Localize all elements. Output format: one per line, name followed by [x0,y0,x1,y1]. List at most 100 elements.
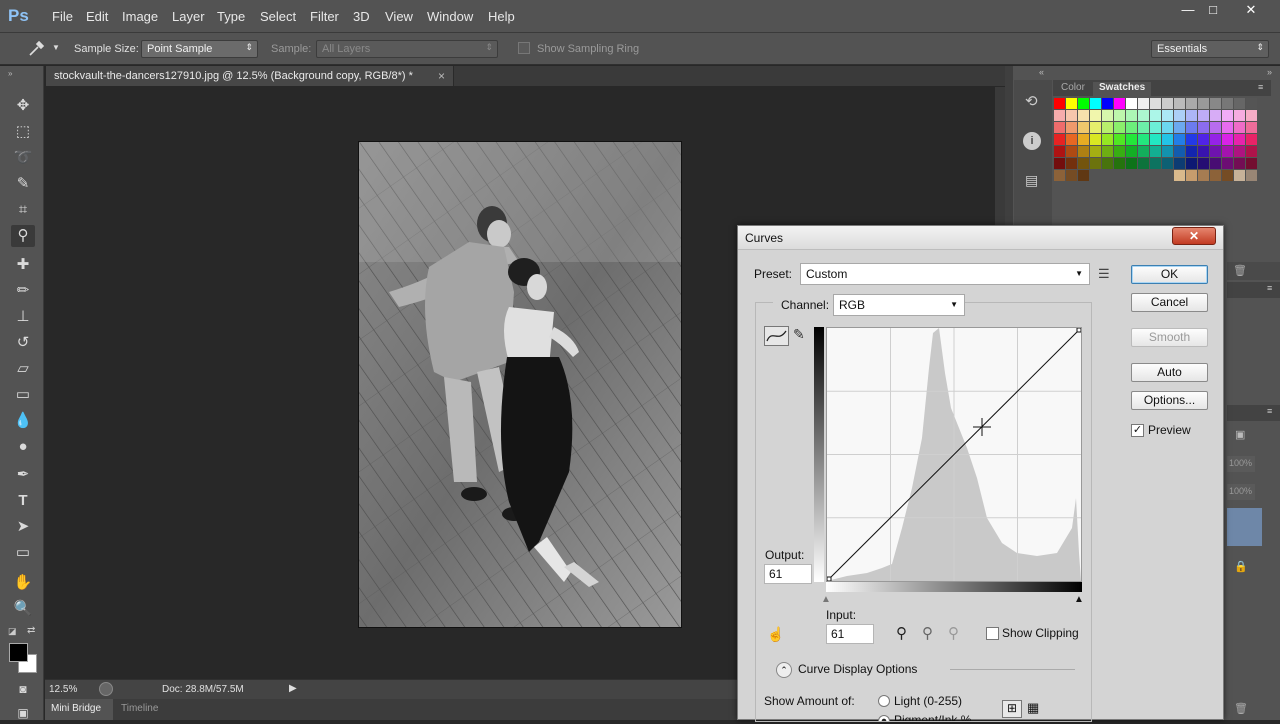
swap-colors-icon[interactable]: ⇄ [27,625,35,636]
color-swatch[interactable] [1174,122,1185,133]
color-swatch[interactable] [1174,146,1185,157]
color-swatch[interactable] [1198,170,1209,181]
gradient-tool-icon[interactable]: ▭ [11,384,35,406]
collapse-arrows-icon[interactable]: » [8,69,12,78]
color-swatch[interactable] [1090,122,1101,133]
eyedropper-tool-icon[interactable]: ⚲ [11,225,35,247]
color-swatch[interactable] [1126,134,1137,145]
color-swatch[interactable] [1150,122,1161,133]
simple-grid-button[interactable]: ⊞ [1002,700,1022,718]
color-swatch[interactable] [1054,122,1065,133]
color-swatch[interactable] [1138,98,1149,109]
menu-window[interactable]: Window [427,9,473,24]
menu-edit[interactable]: Edit [86,9,108,24]
color-swatch[interactable] [1234,134,1245,145]
color-swatch[interactable] [1138,158,1149,169]
color-swatch[interactable] [1246,110,1257,121]
color-swatch[interactable] [1198,134,1209,145]
close-tab-icon[interactable]: × [438,69,445,83]
preset-select[interactable]: Custom ▼ [800,263,1090,285]
color-swatch[interactable] [1126,158,1137,169]
color-swatch[interactable] [1210,122,1221,133]
color-swatch[interactable] [1222,110,1233,121]
color-swatch[interactable] [1114,122,1125,133]
color-swatch[interactable] [1102,110,1113,121]
color-swatch[interactable] [1102,170,1113,181]
color-swatch[interactable] [1114,158,1125,169]
tab-swatches[interactable]: Swatches [1093,82,1152,96]
quick-selection-tool-icon[interactable]: ✎ [11,173,35,195]
color-swatch[interactable] [1114,134,1125,145]
color-swatch[interactable] [1078,110,1089,121]
color-swatch[interactable] [1054,146,1065,157]
color-swatch[interactable] [1126,110,1137,121]
color-swatch[interactable] [1126,98,1137,109]
color-swatch[interactable] [1078,170,1089,181]
color-swatch[interactable] [1246,122,1257,133]
color-swatch[interactable] [1090,146,1101,157]
color-swatch[interactable] [1066,170,1077,181]
pigment-radio[interactable] [878,715,890,721]
quick-mask-icon[interactable]: ◙ [11,678,35,700]
menu-3d[interactable]: 3D [353,9,370,24]
document-tab[interactable]: stockvault-the-dancers127910.jpg @ 12.5%… [46,66,454,86]
dialog-title-bar[interactable]: Curves ✕ [738,226,1223,250]
color-swatch[interactable] [1186,110,1197,121]
color-swatch[interactable] [1138,134,1149,145]
color-swatch[interactable] [1090,170,1101,181]
color-swatch[interactable] [1090,110,1101,121]
color-swatch[interactable] [1138,170,1149,181]
color-swatch[interactable] [1078,146,1089,157]
curves-graph[interactable] [826,327,1082,582]
color-swatch[interactable] [1126,122,1137,133]
status-menu-arrow-icon[interactable]: ▶ [289,683,297,694]
color-swatch[interactable] [1066,158,1077,169]
color-swatch[interactable] [1150,158,1161,169]
color-swatch[interactable] [1054,158,1065,169]
color-swatch[interactable] [1234,146,1245,157]
color-swatch[interactable] [1210,146,1221,157]
color-swatch[interactable] [1066,134,1077,145]
color-swatch[interactable] [1078,158,1089,169]
sample-size-select[interactable]: Point Sample ⇕ [141,40,258,58]
dodge-tool-icon[interactable]: ● [11,436,35,458]
color-swatch[interactable] [1162,170,1173,181]
color-swatch[interactable] [1222,134,1233,145]
history-brush-tool-icon[interactable]: ↺ [11,332,35,354]
type-tool-icon[interactable]: T [11,490,35,512]
color-swatch[interactable] [1234,122,1245,133]
color-swatch[interactable] [1090,134,1101,145]
color-swatch[interactable] [1114,110,1125,121]
menu-view[interactable]: View [385,9,413,24]
lock-icon[interactable]: 🔒 [1234,560,1248,573]
color-swatch[interactable] [1138,122,1149,133]
color-swatch[interactable] [1234,110,1245,121]
color-swatch[interactable] [1102,134,1113,145]
lock-icon[interactable]: ▣ [1235,428,1245,441]
eraser-tool-icon[interactable]: ▱ [11,358,35,380]
color-swatch[interactable] [1234,170,1245,181]
default-colors-icon[interactable]: ◪ [8,626,17,637]
color-swatch[interactable] [1222,170,1233,181]
color-swatch[interactable] [1186,122,1197,133]
dialog-close-button[interactable]: ✕ [1172,227,1216,245]
channel-select[interactable]: RGB ▼ [833,294,965,316]
color-swatch[interactable] [1222,158,1233,169]
eyedropper-tool-icon[interactable] [26,39,46,59]
path-selection-tool-icon[interactable]: ➤ [11,516,35,538]
curve-point-tool-button[interactable] [764,326,789,346]
color-swatch[interactable] [1102,98,1113,109]
menu-type[interactable]: Type [217,9,245,24]
color-swatch[interactable] [1126,146,1137,157]
hand-tool-icon[interactable]: ✋ [11,572,35,594]
zoom-level[interactable]: 12.5% [49,684,77,695]
color-swatch[interactable] [1162,110,1173,121]
cancel-button[interactable]: Cancel [1131,293,1208,312]
expand-display-options-icon[interactable]: ⌃ [776,662,792,678]
on-image-adjust-icon[interactable]: ☝ [767,626,784,643]
color-swatch[interactable] [1198,146,1209,157]
trash-icon[interactable]: 🗑 [1234,702,1248,715]
tab-mini-bridge[interactable]: Mini Bridge [45,699,113,720]
crop-tool-icon[interactable]: ⌗ [11,199,35,221]
show-clipping-checkbox[interactable] [986,627,999,640]
